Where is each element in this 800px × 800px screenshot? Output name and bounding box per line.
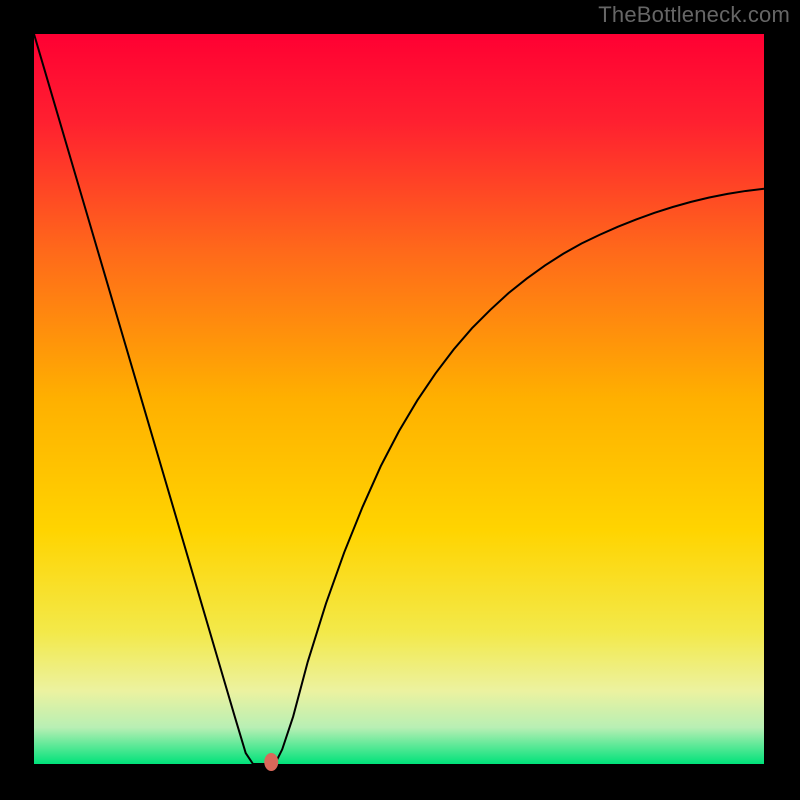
- optimum-marker: [264, 753, 278, 771]
- bottleneck-chart: [0, 0, 800, 800]
- watermark-text: TheBottleneck.com: [598, 2, 790, 28]
- plot-area: [34, 34, 764, 764]
- chart-stage: TheBottleneck.com: [0, 0, 800, 800]
